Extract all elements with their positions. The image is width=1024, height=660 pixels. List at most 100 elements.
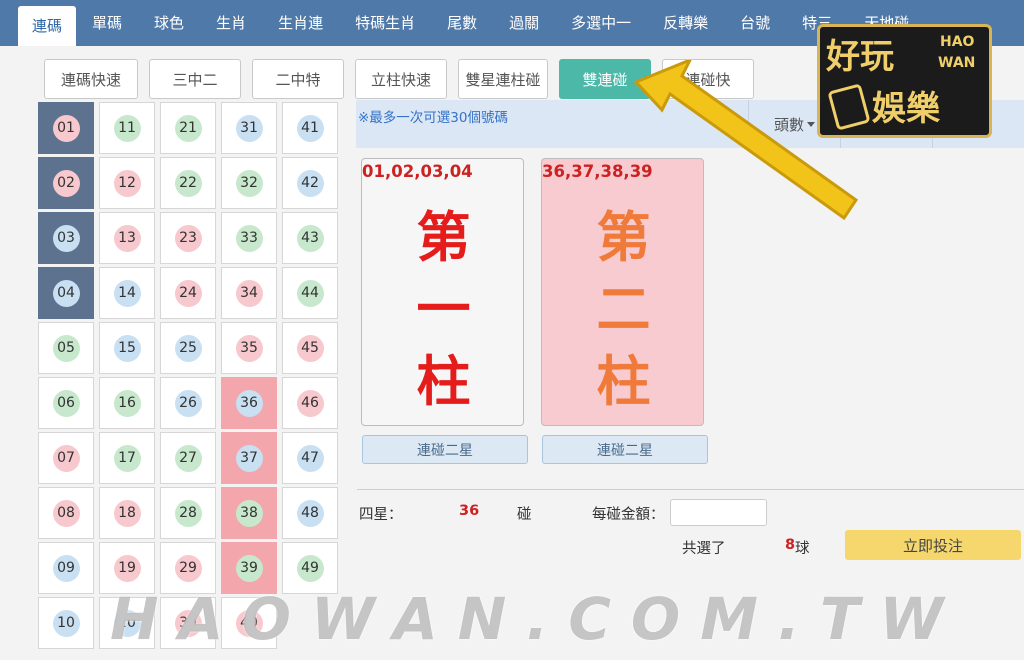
number-cell[interactable]: 12 (99, 157, 155, 209)
number-cell[interactable]: 26 (160, 377, 216, 429)
number-cell[interactable]: 11 (99, 102, 155, 154)
nav-tab[interactable]: 多選中一 (555, 0, 647, 46)
number-cell[interactable]: 38 (221, 487, 277, 539)
number-ball: 28 (174, 499, 202, 527)
number-cell[interactable]: 16 (99, 377, 155, 429)
number-cell[interactable]: 03 (38, 212, 94, 264)
number-cell[interactable]: 36 (221, 377, 277, 429)
mode-tab[interactable]: 二中特 (252, 59, 344, 99)
number-cell[interactable]: 22 (160, 157, 216, 209)
number-cell[interactable]: 14 (99, 267, 155, 319)
second-column-pair-button[interactable]: 連碰二星 (542, 435, 708, 464)
number-cell[interactable]: 08 (38, 487, 94, 539)
number-cell[interactable]: 28 (160, 487, 216, 539)
logo-text-en-1: HAO (940, 34, 975, 50)
first-column-title-char: 第 (416, 205, 471, 269)
number-cell[interactable]: 27 (160, 432, 216, 484)
number-cell[interactable]: 43 (282, 212, 338, 264)
total-label: 共選了 (682, 541, 726, 557)
number-cell[interactable]: 15 (99, 322, 155, 374)
number-ball: 01 (52, 114, 80, 142)
nav-tab[interactable]: 反轉樂 (647, 0, 724, 46)
pointer-arrow-icon (633, 60, 859, 221)
number-ball: 09 (52, 554, 80, 582)
number-cell[interactable]: 46 (282, 377, 338, 429)
number-cell[interactable]: 01 (38, 102, 94, 154)
number-cell[interactable]: 35 (221, 322, 277, 374)
divider (357, 489, 1024, 490)
number-cell[interactable]: 42 (282, 157, 338, 209)
number-ball: 04 (52, 279, 80, 307)
mode-tab[interactable]: 立柱快速 (355, 59, 447, 99)
first-column-title: 第 一 柱 (362, 201, 525, 417)
number-cell[interactable]: 24 (160, 267, 216, 319)
nav-tab[interactable]: 尾數 (431, 0, 493, 46)
mode-tab[interactable]: 連碼快速 (44, 59, 138, 99)
number-cell[interactable]: 09 (38, 542, 94, 594)
number-ball: 03 (52, 224, 80, 252)
number-ball: 16 (113, 389, 141, 417)
number-cell[interactable]: 34 (221, 267, 277, 319)
amount-input[interactable] (670, 499, 767, 526)
nav-tab[interactable]: 單碼 (76, 0, 138, 46)
number-cell[interactable]: 04 (38, 267, 94, 319)
number-ball: 44 (296, 279, 324, 307)
number-cell[interactable]: 25 (160, 322, 216, 374)
number-cell[interactable]: 32 (221, 157, 277, 209)
number-ball: 38 (235, 499, 263, 527)
number-cell[interactable]: 02 (38, 157, 94, 209)
number-ball: 10 (52, 609, 80, 637)
number-ball: 14 (113, 279, 141, 307)
first-column-panel[interactable]: 01,02,03,04 第 一 柱 (361, 158, 524, 426)
number-ball: 06 (52, 389, 80, 417)
number-cell[interactable]: 48 (282, 487, 338, 539)
number-ball: 24 (174, 279, 202, 307)
number-cell[interactable]: 33 (221, 212, 277, 264)
number-cell[interactable]: 17 (99, 432, 155, 484)
nav-tab[interactable]: 連碼 (18, 6, 77, 46)
number-ball: 15 (113, 334, 141, 362)
number-ball: 29 (174, 554, 202, 582)
number-ball: 23 (174, 224, 202, 252)
number-cell[interactable]: 41 (282, 102, 338, 154)
number-ball: 27 (174, 444, 202, 472)
number-cell[interactable]: 31 (221, 102, 277, 154)
number-ball: 31 (235, 114, 263, 142)
nav-tab[interactable]: 球色 (138, 0, 200, 46)
number-cell[interactable]: 07 (38, 432, 94, 484)
number-cell[interactable]: 23 (160, 212, 216, 264)
number-ball: 42 (296, 169, 324, 197)
number-cell[interactable]: 44 (282, 267, 338, 319)
number-ball: 22 (174, 169, 202, 197)
number-ball: 25 (174, 334, 202, 362)
number-ball: 37 (235, 444, 263, 472)
first-column-pair-button[interactable]: 連碰二星 (362, 435, 528, 464)
first-column-numbers: 01,02,03,04 (362, 162, 473, 181)
mode-tab[interactable]: 三中二 (149, 59, 241, 99)
mode-tab[interactable]: 雙星連柱碰 (458, 59, 548, 99)
combination-unit: 碰 (517, 507, 532, 523)
number-cell[interactable]: 10 (38, 597, 94, 649)
nav-tab[interactable]: 過關 (493, 0, 555, 46)
number-cell[interactable]: 21 (160, 102, 216, 154)
number-ball: 43 (296, 224, 324, 252)
group-label: 四星： (359, 507, 403, 523)
number-cell[interactable]: 06 (38, 377, 94, 429)
nav-tab[interactable]: 生肖連 (262, 0, 339, 46)
number-cell[interactable]: 47 (282, 432, 338, 484)
nav-tab[interactable]: 特碼生肖 (339, 0, 431, 46)
submit-bet-button[interactable]: 立即投注 (845, 530, 1021, 560)
number-grid: 01 11 21 31 41 02 12 22 32 42 03 13 23 33 43 04 14 24 34 44… (38, 102, 338, 649)
number-cell[interactable]: 37 (221, 432, 277, 484)
nav-tab[interactable]: 台號 (724, 0, 786, 46)
number-ball: 46 (296, 389, 324, 417)
logo-text-cn-2: 娛樂 (872, 89, 940, 129)
nav-tab[interactable]: 生肖 (200, 0, 262, 46)
number-cell[interactable]: 05 (38, 322, 94, 374)
number-cell[interactable]: 18 (99, 487, 155, 539)
number-ball: 36 (235, 389, 263, 417)
number-ball: 19 (113, 554, 141, 582)
number-ball: 18 (113, 499, 141, 527)
number-cell[interactable]: 45 (282, 322, 338, 374)
number-cell[interactable]: 13 (99, 212, 155, 264)
